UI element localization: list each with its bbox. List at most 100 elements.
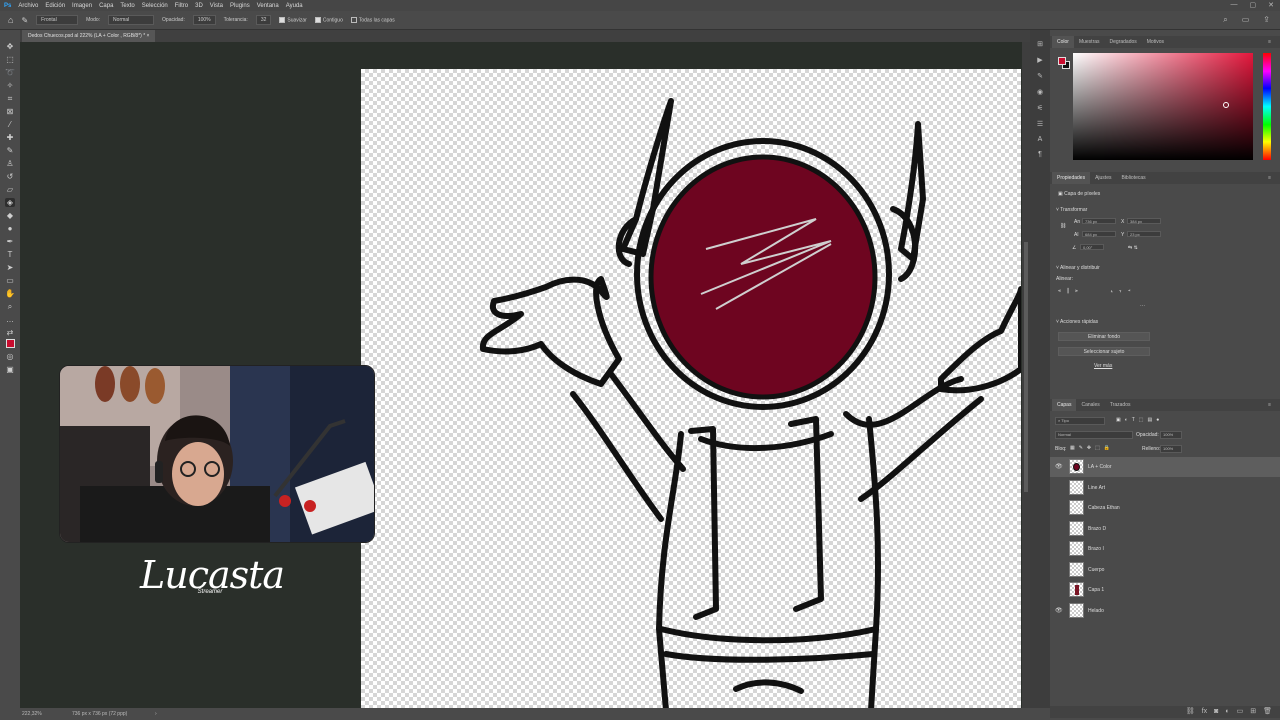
menu-archivo[interactable]: Archivo	[18, 3, 38, 9]
menu-filtro[interactable]: Filtro	[175, 3, 188, 9]
search-icon[interactable]: ⌕	[1223, 15, 1227, 25]
all-layers-option[interactable]: Todas las capas	[350, 16, 395, 23]
healing-tool-icon[interactable]: ✚	[5, 133, 15, 142]
adjustment-layer-icon[interactable]: ◐	[1225, 706, 1229, 718]
layer-row[interactable]: Line Art	[1050, 478, 1280, 498]
align-section[interactable]: ˅ Alinear y distribuir	[1056, 265, 1100, 271]
width-input[interactable]: 736 px	[1082, 218, 1116, 224]
menu-edicion[interactable]: Edición	[45, 3, 65, 9]
layer-row[interactable]: Brazo I	[1050, 539, 1280, 559]
menu-seleccion[interactable]: Selección	[142, 3, 168, 9]
layer-row[interactable]: Cuerpo	[1050, 560, 1280, 580]
minimize-icon[interactable]: —	[1231, 1, 1238, 9]
menu-plugins[interactable]: Plugins	[230, 3, 250, 9]
delete-layer-icon[interactable]: 🗑	[1263, 706, 1272, 718]
add-mask-icon[interactable]: ◙	[1214, 706, 1218, 718]
tolerance-input[interactable]: 32	[255, 15, 272, 25]
type-tool-icon[interactable]: T	[5, 250, 15, 259]
stamp-tool-icon[interactable]: ♙	[5, 159, 15, 168]
height-input[interactable]: 684 px	[1082, 231, 1116, 237]
scrollbar-thumb[interactable]	[1024, 242, 1028, 492]
canvas-vertical-scrollbar[interactable]	[1022, 42, 1030, 708]
remove-background-button[interactable]: Eliminar fondo	[1058, 332, 1150, 341]
x-input[interactable]: 384 px	[1127, 218, 1161, 224]
layer-name[interactable]: Cuerpo	[1088, 567, 1104, 573]
screen-mode-icon[interactable]: ▣	[5, 365, 15, 374]
layers-menu-icon[interactable]: ≡	[1263, 399, 1276, 411]
zoom-tool-icon[interactable]: ⌕	[5, 302, 15, 311]
quick-mask-icon[interactable]: ◎	[5, 352, 15, 361]
quick-select-tool-icon[interactable]: ✧	[5, 81, 15, 90]
move-tool-icon[interactable]: ✥	[5, 42, 15, 51]
tab-patterns[interactable]: Motivos	[1142, 36, 1169, 48]
fill-input[interactable]: 100%	[1160, 445, 1182, 453]
layer-row[interactable]: 👁 Helado	[1050, 601, 1280, 621]
opacity-input[interactable]: 100%	[192, 15, 216, 25]
contiguous-option[interactable]: Contiguo	[314, 16, 343, 23]
layer-name[interactable]: Line Art	[1088, 485, 1105, 491]
adjust-icon[interactable]: ⚟	[1037, 104, 1043, 112]
home-icon[interactable]: ⌂	[8, 15, 13, 25]
y-input[interactable]: 23 px	[1127, 231, 1161, 237]
link-icon[interactable]: ⛓	[1060, 223, 1066, 229]
lasso-tool-icon[interactable]: ➰	[5, 68, 15, 77]
document-info[interactable]: 736 px x 736 px (72 ppp)	[72, 708, 127, 720]
sliders-icon[interactable]: ☰	[1037, 120, 1043, 128]
more-align-icon[interactable]: ···	[1140, 303, 1145, 309]
path-select-tool-icon[interactable]: ➤	[5, 263, 15, 272]
layer-name[interactable]: Brazo I	[1088, 546, 1104, 552]
layer-name[interactable]: Capa 1	[1088, 587, 1104, 593]
fx-icon[interactable]: fx	[1202, 706, 1207, 718]
frame-tool-icon[interactable]: ⊠	[5, 107, 15, 116]
tab-adjustments[interactable]: Ajustes	[1090, 172, 1116, 184]
menu-3d[interactable]: 3D	[195, 3, 203, 9]
menu-ayuda[interactable]: Ayuda	[286, 3, 303, 9]
history-panel-icon[interactable]: ⊞	[1037, 40, 1043, 48]
menu-ventana[interactable]: Ventana	[257, 3, 279, 9]
pen-tool-icon[interactable]: ✒	[5, 237, 15, 246]
brush-settings-icon[interactable]: ✎	[1037, 72, 1043, 80]
layer-row[interactable]: Brazo D	[1050, 519, 1280, 539]
properties-menu-icon[interactable]: ≡	[1263, 172, 1276, 184]
ps-logo-icon[interactable]: Ps	[4, 3, 11, 9]
brush-tool-icon[interactable]: ✎	[21, 16, 28, 25]
brush-tool-icon-side[interactable]: ✎	[5, 146, 15, 155]
quick-actions-section[interactable]: ˅ Acciones rápidas	[1056, 319, 1098, 325]
flip-icons[interactable]: ⇆ ⇅	[1128, 245, 1138, 251]
smooth-option[interactable]: Suavizar	[279, 16, 307, 23]
see-more-link[interactable]: Ver más	[1094, 363, 1112, 369]
transform-section[interactable]: ˅ Transformar	[1056, 207, 1087, 213]
visibility-eye-icon[interactable]: 👁	[1055, 463, 1063, 470]
layer-opacity-input[interactable]: 100%	[1160, 431, 1182, 439]
maximize-icon[interactable]: ▢	[1250, 1, 1257, 9]
mode-select[interactable]: Normal	[108, 15, 155, 25]
foreground-color-swatch[interactable]	[5, 339, 15, 348]
dodge-tool-icon[interactable]: ●	[5, 224, 15, 233]
brush-preset-select[interactable]: Frontal	[36, 15, 79, 25]
document-tab[interactable]: Dedos Chuecos.psd al 222% (LA + Color , …	[22, 30, 156, 42]
layer-filter-select[interactable]: ⌕ Tipo	[1055, 417, 1105, 425]
play-actions-icon[interactable]: ▶	[1037, 56, 1042, 64]
lock-icons[interactable]: ▦✎✥⬚🔒	[1070, 445, 1114, 451]
layer-filter-icons[interactable]: ▣◐T⬚▤●	[1116, 417, 1163, 423]
shape-tool-icon[interactable]: ▭	[5, 276, 15, 285]
tab-layers[interactable]: Capas	[1052, 399, 1077, 411]
close-tab-icon[interactable]: ×	[147, 33, 150, 39]
tab-channels[interactable]: Canales	[1076, 399, 1104, 411]
swap-colors-icon[interactable]: ⇄	[5, 328, 15, 337]
eraser-tool-icon[interactable]: ▱	[5, 185, 15, 194]
layer-name[interactable]: Helado	[1088, 608, 1104, 614]
close-icon[interactable]: ✕	[1268, 1, 1274, 9]
workspace-icon[interactable]: ▭	[1242, 15, 1250, 25]
paragraph-panel-icon[interactable]: ¶	[1038, 151, 1042, 158]
hand-tool-icon[interactable]: ✋	[5, 289, 15, 298]
tab-color[interactable]: Color	[1052, 36, 1074, 48]
new-layer-icon[interactable]: ⊞	[1250, 706, 1256, 718]
comments-icon[interactable]: ◉	[1037, 88, 1043, 96]
menu-capa[interactable]: Capa	[99, 3, 113, 9]
layer-name[interactable]: Cabeza Ethan	[1088, 505, 1120, 511]
tab-swatches[interactable]: Muestras	[1074, 36, 1105, 48]
all-layers-checkbox[interactable]	[350, 16, 357, 23]
status-arrow-icon[interactable]: ›	[155, 708, 157, 720]
eyedropper-tool-icon[interactable]: ⁄	[5, 120, 15, 129]
